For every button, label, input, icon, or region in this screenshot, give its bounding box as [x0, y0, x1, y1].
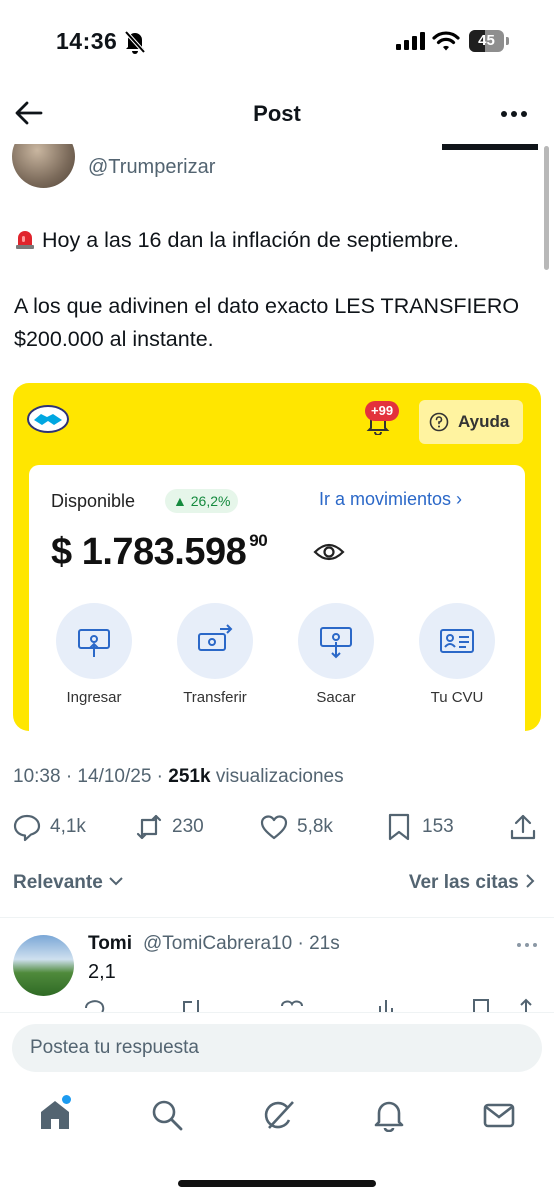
bookmark-icon: [388, 813, 410, 841]
like-button[interactable]: 5,8k: [259, 812, 333, 842]
notifications-icon[interactable]: [372, 1098, 406, 1132]
balance-cents: 90: [249, 531, 268, 550]
cellular-signal-icon: [396, 32, 425, 50]
search-icon[interactable]: [150, 1098, 184, 1132]
reply-count: 4,1k: [50, 816, 86, 837]
repost-count: 230: [172, 816, 204, 837]
views-label: visualizaciones: [210, 766, 344, 787]
cvu-action: Tu CVU: [402, 603, 512, 706]
withdraw-icon: [320, 627, 352, 659]
wifi-icon: [432, 31, 460, 51]
eye-icon: [313, 543, 345, 561]
reply-button[interactable]: 4,1k: [12, 812, 86, 842]
post-header: Post: [0, 84, 554, 144]
balance-card: Disponible ▲ 26,2% Ir a movimientos › $ …: [29, 465, 525, 731]
views-count: 251k: [168, 766, 211, 787]
id-card-icon: [440, 629, 474, 653]
bookmark-count: 153: [422, 816, 454, 837]
reply-avatar[interactable]: [13, 935, 74, 996]
status-bar: 14:36 45: [0, 0, 554, 84]
reply-author-name[interactable]: Tomi: [88, 933, 132, 955]
mercado-pago-logo: [27, 405, 69, 433]
transfer-action: Transferir: [160, 603, 270, 706]
growth-badge: ▲ 26,2%: [165, 489, 239, 513]
repost-icon: [136, 814, 162, 840]
author-handle[interactable]: @Trumperizar: [88, 156, 215, 179]
home-indicator: [178, 1180, 376, 1187]
share-button[interactable]: [508, 812, 538, 842]
reply-icon: [13, 814, 41, 842]
repost-button[interactable]: 230: [134, 812, 204, 842]
more-options-icon[interactable]: [498, 102, 530, 126]
tweet-actions: 4,1k 230 5,8k 153: [0, 808, 554, 848]
siren-emoji-icon: [16, 231, 34, 249]
view-quotes-link[interactable]: Ver las citas: [409, 872, 536, 894]
heart-icon: [260, 815, 288, 840]
notifications-badge: +99: [365, 401, 400, 421]
balance-amount: $ 1.783.598 90: [51, 531, 268, 573]
reply-author-handle[interactable]: @TomiCabrera10 · 21s: [143, 933, 340, 955]
tweet-meta: 10:38 · 14/10/25 · 251k visualizaciones: [13, 766, 344, 788]
chevron-right-icon: [526, 874, 535, 888]
tweet-text: Hoy a las 16 dan la inflación de septiem…: [14, 224, 534, 389]
grok-icon[interactable]: [261, 1098, 295, 1132]
battery-indicator: 45: [469, 30, 509, 52]
sort-relevance-button[interactable]: Relevante: [13, 872, 124, 894]
question-circle-icon: [429, 412, 449, 432]
deposit-icon: [78, 629, 110, 657]
page-title: Post: [253, 101, 301, 126]
reply-text: 2,1: [88, 961, 116, 983]
share-icon: [510, 814, 536, 840]
bell-off-icon: [124, 30, 146, 54]
tweet-media-image[interactable]: +99 Ayuda Disponible ▲ 26,2% Ir a movimi…: [13, 383, 541, 731]
movements-link: Ir a movimientos ›: [319, 489, 463, 509]
available-label: Disponible: [51, 491, 136, 511]
withdraw-action: Sacar: [281, 603, 391, 706]
composer-placeholder: Postea tu respuesta: [30, 1037, 199, 1058]
bookmark-button[interactable]: 153: [384, 812, 454, 842]
home-notification-dot: [62, 1095, 71, 1104]
transfer-icon: [198, 624, 233, 651]
deposit-action: Ingresar: [39, 603, 149, 706]
like-count: 5,8k: [297, 816, 333, 837]
reply-more-icon[interactable]: [514, 936, 540, 954]
tweet-timestamp: 10:38 · 14/10/25 ·: [13, 766, 169, 787]
status-time: 14:36: [56, 28, 118, 54]
reply-composer-input[interactable]: Postea tu respuesta: [12, 1024, 542, 1072]
tweet-line-1: Hoy a las 16 dan la inflación de septiem…: [14, 224, 534, 257]
scrollbar[interactable]: [544, 146, 549, 270]
messages-icon[interactable]: [482, 1098, 516, 1132]
tweet-line-2: A los que adivinen el dato exacto LES TR…: [14, 294, 520, 351]
battery-percent: 45: [478, 32, 495, 49]
help-button: Ayuda: [419, 400, 523, 444]
chevron-down-icon: [109, 877, 123, 886]
divider: [0, 917, 554, 918]
replies-sort-row: Relevante Ver las citas: [0, 862, 554, 906]
